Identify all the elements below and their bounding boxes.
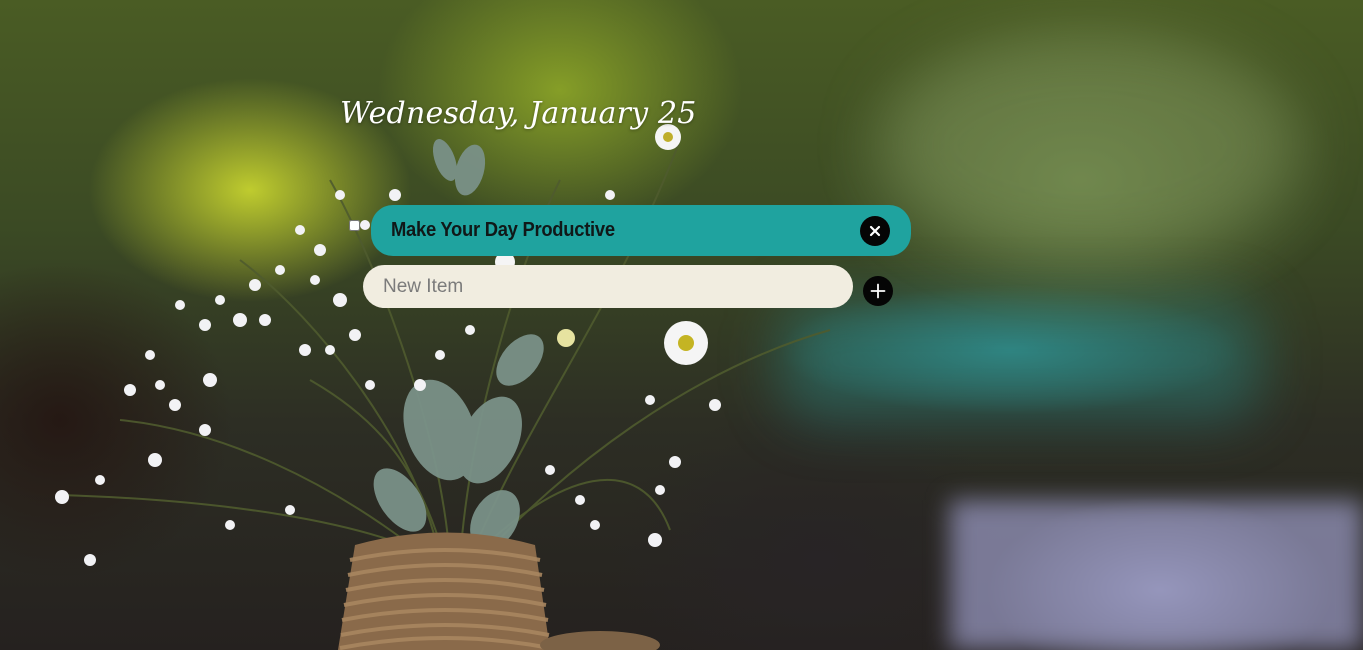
delete-todo-button[interactable] xyxy=(860,216,890,246)
plus-icon xyxy=(870,283,886,299)
todo-item: Make Your Day Productive xyxy=(371,205,911,256)
todo-item-text: Make Your Day Productive xyxy=(391,219,615,241)
add-item-button[interactable] xyxy=(863,276,893,306)
current-date-heading: Wednesday, January 25 xyxy=(340,96,697,131)
new-item-input[interactable] xyxy=(363,265,853,308)
todo-checkbox[interactable] xyxy=(349,220,360,231)
close-icon xyxy=(869,225,881,237)
